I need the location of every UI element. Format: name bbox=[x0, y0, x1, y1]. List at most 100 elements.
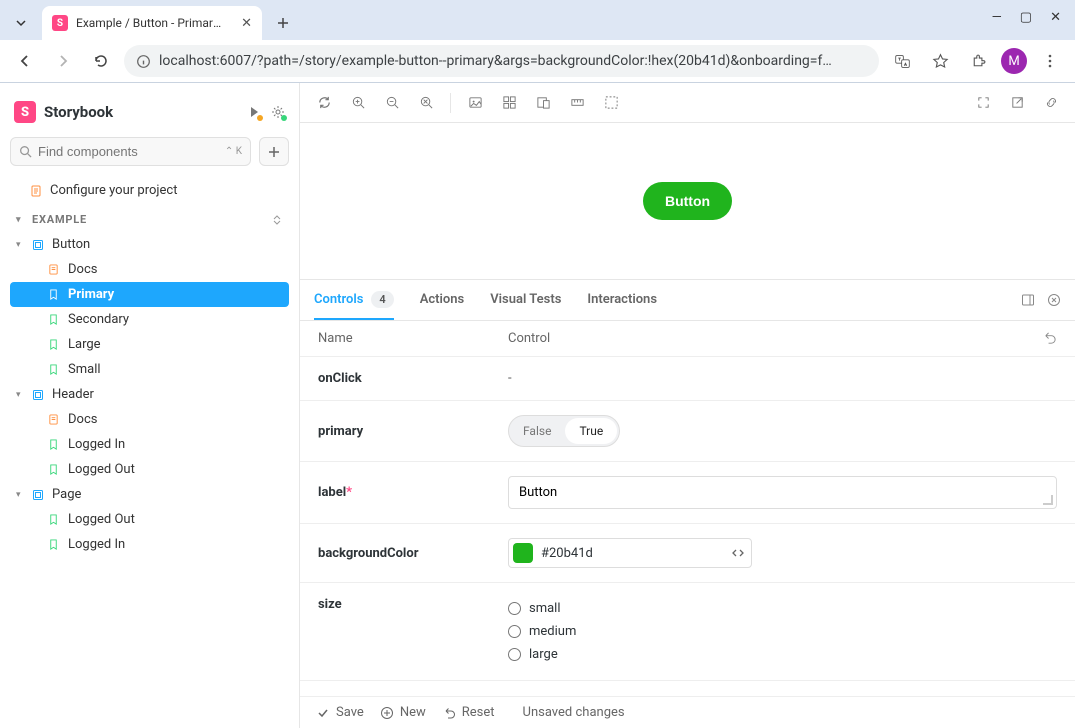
create-button[interactable] bbox=[259, 137, 289, 166]
control-row-backgroundcolor: backgroundColor #20b41d bbox=[300, 524, 1075, 583]
control-row-label: label* bbox=[300, 462, 1075, 524]
addons-orientation-button[interactable] bbox=[1021, 293, 1035, 307]
external-icon bbox=[1010, 95, 1025, 110]
sidebar: S Storybook ⌃ K bbox=[0, 83, 300, 728]
chevron-down-icon: ▾ bbox=[16, 215, 26, 225]
new-tab-button[interactable] bbox=[268, 8, 298, 38]
tree-docs-button[interactable]: Docs bbox=[10, 257, 289, 282]
bookmark-button[interactable] bbox=[925, 46, 955, 76]
tab-interactions[interactable]: Interactions bbox=[587, 280, 657, 320]
storybook-favicon: S bbox=[52, 15, 68, 31]
label-input[interactable] bbox=[508, 476, 1057, 509]
controls-table: Name Control onClick - primary False Tru… bbox=[300, 321, 1075, 696]
color-format-toggle[interactable] bbox=[731, 546, 745, 560]
site-info-icon bbox=[136, 54, 151, 69]
ruler-icon bbox=[570, 95, 585, 110]
tree-story-small[interactable]: Small bbox=[10, 357, 289, 382]
grid-button[interactable] bbox=[495, 89, 523, 117]
arrow-left-icon bbox=[17, 53, 33, 69]
primary-false[interactable]: False bbox=[509, 416, 563, 446]
backgroundcolor-input[interactable]: #20b41d bbox=[508, 538, 752, 568]
tab-controls[interactable]: Controls 4 bbox=[314, 280, 394, 320]
group-heading-example[interactable]: ▾ EXAMPLE bbox=[10, 203, 289, 232]
tab-actions[interactable]: Actions bbox=[420, 280, 465, 320]
browser-tab[interactable]: S Example / Button - Primary · S ✕ bbox=[42, 6, 262, 40]
undo-button[interactable] bbox=[1042, 331, 1057, 346]
plus-icon bbox=[268, 146, 280, 158]
zoom-in-icon bbox=[351, 95, 366, 110]
preview-button-component[interactable]: Button bbox=[643, 182, 732, 220]
measure-button[interactable] bbox=[563, 89, 591, 117]
required-star: * bbox=[346, 485, 352, 500]
addons-close-button[interactable] bbox=[1047, 293, 1061, 307]
tree-story-large[interactable]: Large bbox=[10, 332, 289, 357]
tree-story-loggedout[interactable]: Logged Out bbox=[10, 457, 289, 482]
tree-docs-header[interactable]: Docs bbox=[10, 407, 289, 432]
size-option-large[interactable]: large bbox=[508, 643, 1057, 666]
nav-back-button[interactable] bbox=[10, 46, 40, 76]
size-option-small[interactable]: small bbox=[508, 597, 1057, 620]
viewport-button[interactable] bbox=[529, 89, 557, 117]
primary-true[interactable]: True bbox=[565, 418, 617, 444]
search-input[interactable] bbox=[38, 144, 242, 159]
new-button[interactable]: New bbox=[380, 705, 426, 720]
storybook-logo[interactable]: S Storybook bbox=[14, 101, 113, 123]
window-close[interactable]: ✕ bbox=[1050, 10, 1061, 25]
background-button[interactable] bbox=[461, 89, 489, 117]
zoom-reset-icon bbox=[419, 95, 434, 110]
canvas-preview: Button bbox=[300, 123, 1075, 279]
url-field[interactable]: localhost:6007/?path=/story/example-butt… bbox=[124, 45, 879, 77]
storybook-mark-icon: S bbox=[14, 101, 36, 123]
chevron-down-icon bbox=[15, 17, 27, 29]
open-isolated-button[interactable] bbox=[1003, 89, 1031, 117]
tree-component-header[interactable]: ▾ Header bbox=[10, 382, 289, 407]
zoom-in-button[interactable] bbox=[344, 89, 372, 117]
undo-icon bbox=[1042, 331, 1057, 346]
fullscreen-button[interactable] bbox=[969, 89, 997, 117]
tree-component-button[interactable]: ▾ Button bbox=[10, 232, 289, 257]
control-row-size: size small medium large bbox=[300, 583, 1075, 681]
size-option-medium[interactable]: medium bbox=[508, 620, 1057, 643]
chrome-menu-button[interactable] bbox=[1035, 46, 1065, 76]
window-minimize[interactable]: — bbox=[992, 10, 1002, 25]
zoom-out-button[interactable] bbox=[378, 89, 406, 117]
nav-forward-button[interactable] bbox=[48, 46, 78, 76]
translate-button[interactable] bbox=[887, 46, 917, 76]
sync-icon bbox=[317, 95, 332, 110]
reload-button[interactable] bbox=[86, 46, 116, 76]
plus-icon bbox=[276, 16, 290, 30]
save-button[interactable]: Save bbox=[316, 705, 364, 720]
window-maximize[interactable]: ▢ bbox=[1020, 10, 1032, 25]
viewport-icon bbox=[536, 95, 551, 110]
addons-tabs: Controls 4 Actions Visual Tests Interact… bbox=[300, 279, 1075, 321]
plus-circle-icon bbox=[380, 706, 394, 720]
story-icon bbox=[48, 439, 62, 450]
copy-link-button[interactable] bbox=[1037, 89, 1065, 117]
tree-story-loggedin[interactable]: Logged In bbox=[10, 432, 289, 457]
notifications-button[interactable] bbox=[247, 105, 261, 119]
tree-story-page-loggedout[interactable]: Logged Out bbox=[10, 507, 289, 532]
tab-list-dropdown[interactable] bbox=[6, 8, 36, 38]
settings-button[interactable] bbox=[271, 105, 285, 119]
kebab-icon bbox=[1042, 53, 1058, 69]
close-tab-button[interactable]: ✕ bbox=[241, 16, 252, 31]
extensions-button[interactable] bbox=[963, 46, 993, 76]
reset-button[interactable]: Reset bbox=[442, 705, 495, 720]
story-icon bbox=[48, 339, 62, 350]
collapse-all-button[interactable] bbox=[271, 214, 283, 226]
outline-button[interactable] bbox=[597, 89, 625, 117]
tree-story-page-loggedin[interactable]: Logged In bbox=[10, 532, 289, 557]
url-text: localhost:6007/?path=/story/example-butt… bbox=[159, 53, 867, 69]
profile-avatar[interactable]: M bbox=[1001, 48, 1027, 74]
zoom-reset-button[interactable] bbox=[412, 89, 440, 117]
tab-visual-tests[interactable]: Visual Tests bbox=[490, 280, 561, 320]
configure-project-link[interactable]: Configure your project bbox=[10, 178, 289, 203]
search-input-wrapper: ⌃ K bbox=[10, 137, 251, 166]
tree-story-primary[interactable]: Primary bbox=[10, 282, 289, 307]
primary-toggle[interactable]: False True bbox=[508, 415, 620, 447]
color-swatch[interactable] bbox=[513, 543, 533, 563]
tree-story-secondary[interactable]: Secondary bbox=[10, 307, 289, 332]
onclick-value: - bbox=[508, 371, 1057, 386]
tree-component-page[interactable]: ▾ Page bbox=[10, 482, 289, 507]
remount-button[interactable] bbox=[310, 89, 338, 117]
